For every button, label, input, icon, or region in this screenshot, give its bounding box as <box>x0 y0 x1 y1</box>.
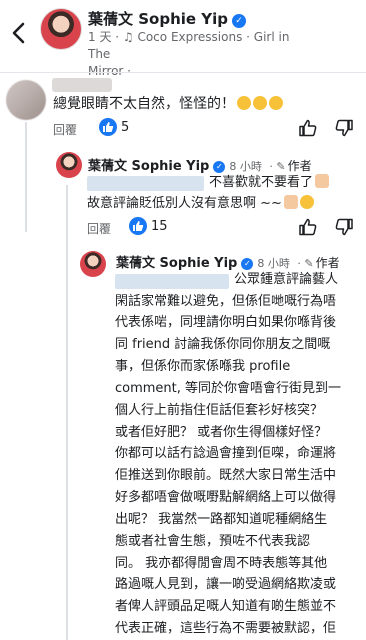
reply-text-line: 你都可以話冇諗過會撞到佢㗎，命運將 <box>115 446 337 461</box>
smiling-emoji-icon <box>299 195 314 209</box>
author-tag: 作者 <box>315 256 340 270</box>
verified-badge-icon: ✓ <box>232 14 247 28</box>
thread-line <box>66 185 68 640</box>
grin-emoji-icon <box>237 96 251 110</box>
reply-text-line: 出呢？ 我當然一路都知道呢種網絡生 <box>115 512 328 527</box>
like-icon[interactable] <box>298 118 318 138</box>
dislike-icon[interactable] <box>334 118 354 138</box>
reply-author-name[interactable]: 葉蒨文 Sophie Yip <box>116 256 237 271</box>
reply-button[interactable]: 回覆 <box>87 220 111 237</box>
folded-hands-emoji-icon <box>283 195 298 209</box>
reply-text-line: 代表正確，這些行為不需要被默認，佢 <box>115 621 337 636</box>
reply-text-line: 同。 我亦都得閒會周不時表態等其他 <box>115 556 328 571</box>
reply-text-line: 或者佢好肥？ 或者你生得個樣好怪？ <box>115 425 328 440</box>
reply-author-name[interactable]: 葉蒨文 Sophie Yip <box>88 159 209 174</box>
reply-text-line: 不喜歡就不要看了 <box>209 172 330 194</box>
like-count: 15 <box>151 219 168 234</box>
dislike-icon[interactable] <box>334 217 354 237</box>
post-header: 葉蒨文 Sophie Yip ✓ 1 天 · ♫ Coco Expressions… <box>0 0 366 78</box>
thread-line <box>25 122 27 232</box>
reply-author-avatar[interactable] <box>56 152 82 178</box>
reply-actions: 回覆 15 <box>87 217 358 237</box>
reply-text-line: comment, 等同於你會唔會行街見到一 <box>115 381 342 396</box>
reply-text-line: 事，但係你而家係喺我 profile <box>115 359 291 374</box>
reply-text-line: 好多都唔會做嘅嘢點解網絡上可以做得 <box>115 490 337 505</box>
reply-text-line: 代表係啱，同埋請你明白如果你喺背後 <box>115 315 337 330</box>
reply-text-line: 故意評論貶低別人沒有意思啊 ~~ <box>87 193 314 215</box>
like-icon[interactable] <box>298 217 318 237</box>
reply-author-avatar[interactable] <box>80 251 106 277</box>
mention-blurred <box>87 176 204 191</box>
reply-text-line: 個人行上前指住佢話佢套衫好核突？ <box>115 403 324 418</box>
reply-text-line: 公眾鍾意評論藝人 <box>234 272 339 287</box>
mention-blurred <box>115 274 229 289</box>
reply-button[interactable]: 回覆 <box>53 121 77 138</box>
back-arrow-icon[interactable] <box>8 18 30 48</box>
comment-actions: 回覆 5 <box>53 118 358 138</box>
like-count: 5 <box>121 120 130 135</box>
header-divider <box>0 72 366 73</box>
reply-text-line: 態或者社會生態，預咗不代表我認 <box>115 534 311 549</box>
reply-text-line: 路過嘅人見到，讓一啲受過網絡欺凌或 <box>115 577 337 592</box>
comment-text: 總覺眼睛不太自然，怪怪的！ <box>53 93 283 113</box>
reply-text-line: 同 friend 討論我係你同你朋友之間嘅 <box>115 337 331 352</box>
commenter-name-blurred <box>52 78 112 92</box>
author-tag: 作者 <box>287 159 312 173</box>
reply-text-line: 閑話家常難以避免，但係佢哋嘅行為唔 <box>115 294 337 309</box>
reply-text-line: 佢推送到你眼前。既然大家日常生活中 <box>115 468 337 483</box>
grin-emoji-icon <box>269 96 283 110</box>
commenter-avatar-blurred[interactable] <box>6 80 46 120</box>
like-badge-icon <box>99 118 117 136</box>
thumbs-up-emoji-icon <box>315 174 330 188</box>
reply-text-line: 者俾人評頭品足嘅人知道有啲生態並不 <box>115 599 337 614</box>
author-avatar[interactable] <box>40 8 82 50</box>
author-name[interactable]: 葉蒨文 Sophie Yip <box>88 10 228 28</box>
grin-emoji-icon <box>253 96 267 110</box>
like-badge-icon <box>129 217 147 235</box>
